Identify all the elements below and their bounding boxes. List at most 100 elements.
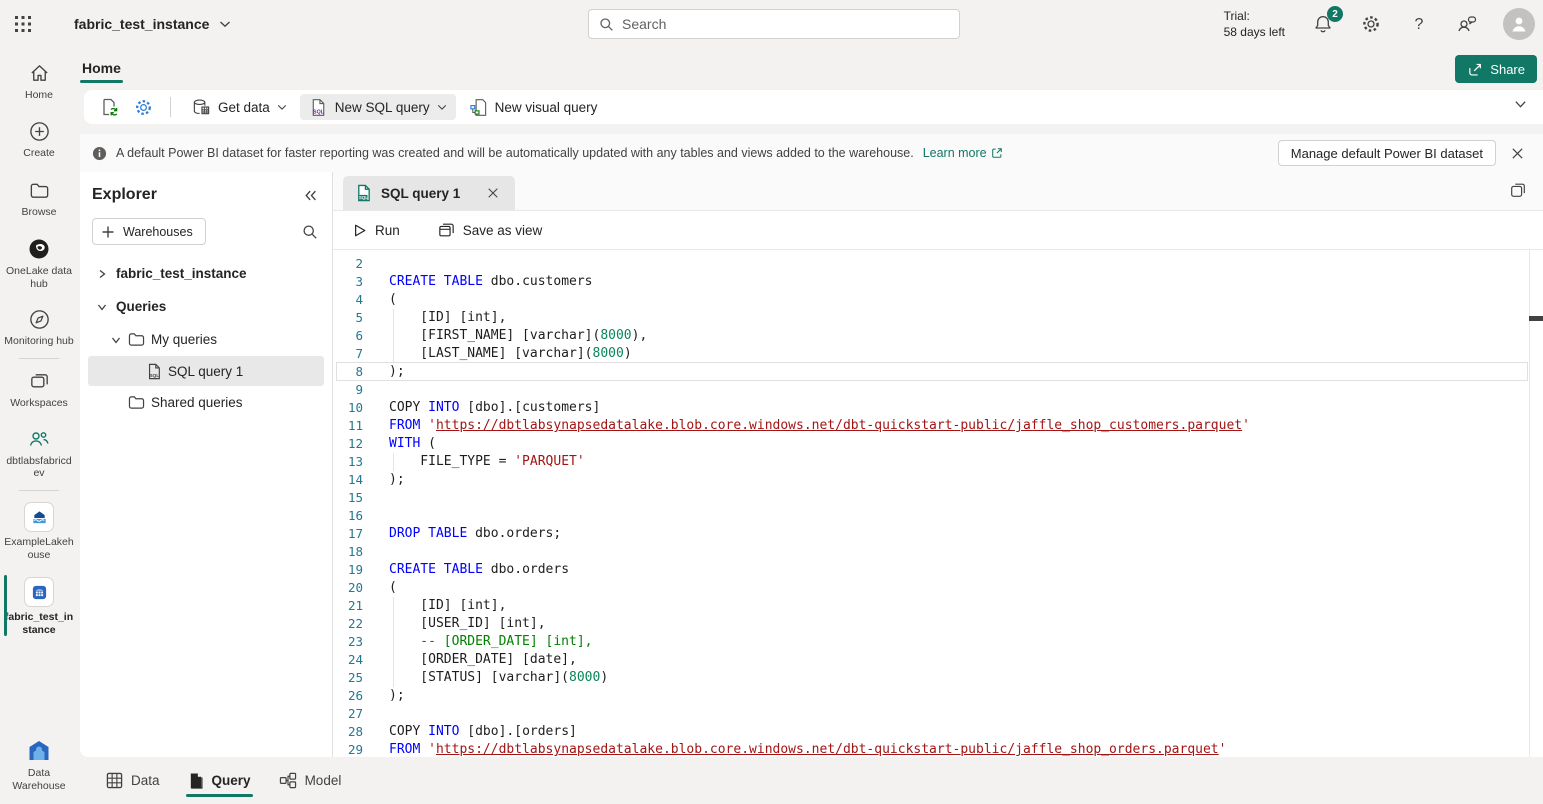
- help-button[interactable]: ?: [1407, 12, 1431, 36]
- editor-tab-sql-query-1[interactable]: SQL SQL query 1: [343, 176, 515, 210]
- search-input[interactable]: [622, 16, 949, 32]
- copy-icon: [1509, 181, 1527, 199]
- run-button[interactable]: Run: [347, 219, 406, 242]
- tab-home[interactable]: Home: [80, 60, 123, 83]
- chevron-down-icon[interactable]: [108, 335, 124, 345]
- learn-more-link[interactable]: Learn more: [923, 146, 1003, 160]
- tab-close-button[interactable]: [483, 183, 503, 203]
- tree-item-warehouse[interactable]: fabric_test_instance: [80, 257, 332, 290]
- code-line[interactable]: 20(: [333, 579, 1543, 597]
- user-avatar[interactable]: [1503, 8, 1535, 40]
- share-button[interactable]: Share: [1455, 55, 1537, 83]
- tree-item-my-queries[interactable]: My queries: [80, 323, 332, 356]
- plus-circle-icon: [28, 120, 51, 143]
- code-line[interactable]: 26);: [333, 687, 1543, 705]
- nav-workspace-dbtlabsfabricdev[interactable]: dbtlabsfabricdev: [0, 426, 78, 482]
- code-line[interactable]: 16: [333, 507, 1543, 525]
- nav-workspaces[interactable]: Workspaces: [0, 368, 78, 411]
- copy-button[interactable]: [1509, 181, 1527, 199]
- view-tab-model[interactable]: Model: [269, 757, 352, 804]
- code-line[interactable]: 18: [333, 543, 1543, 561]
- tree-item-shared-queries[interactable]: Shared queries: [80, 386, 332, 419]
- view-tab-query-label: Query: [212, 773, 251, 788]
- home-tab-label: Home: [80, 60, 123, 76]
- left-nav-rail: Home Create Browse OneLake data hub Moni…: [0, 48, 78, 804]
- banner-close-button[interactable]: [1505, 141, 1529, 165]
- view-tab-query[interactable]: Query: [178, 757, 261, 804]
- query-document-icon: [188, 772, 204, 790]
- close-icon: [1511, 147, 1524, 160]
- code-line[interactable]: 21 [ID] [int],: [333, 597, 1543, 615]
- nav-onelake-data-hub[interactable]: OneLake data hub: [0, 235, 78, 292]
- new-visual-query-button[interactable]: New visual query: [460, 94, 607, 120]
- compass-icon: [28, 308, 51, 331]
- code-line[interactable]: 7 [LAST_NAME] [varchar](8000): [333, 345, 1543, 363]
- app-launcher-icon[interactable]: [0, 0, 46, 48]
- nav-item-examplelakehouse[interactable]: ExampleLakehouse: [0, 500, 78, 563]
- code-line[interactable]: 10COPY INTO [dbo].[customers]: [333, 399, 1543, 417]
- code-line[interactable]: 13 FILE_TYPE = 'PARQUET': [333, 453, 1543, 471]
- warehouse-settings-button[interactable]: [128, 94, 158, 120]
- line-number: 24: [333, 651, 363, 669]
- code-line[interactable]: 3CREATE TABLE dbo.customers: [333, 273, 1543, 291]
- sql-file-icon: SQL: [146, 363, 162, 380]
- warehouse-icon: [24, 577, 54, 607]
- line-number: 14: [333, 471, 363, 489]
- data-warehouse-icon: [26, 739, 52, 763]
- chevron-down-icon[interactable]: [94, 302, 110, 312]
- folder-icon: [28, 179, 51, 202]
- line-number: 13: [333, 453, 363, 471]
- nav-home[interactable]: Home: [0, 60, 78, 103]
- sql-code-editor[interactable]: 23CREATE TABLE dbo.customers4(5 [ID] [in…: [333, 250, 1543, 757]
- add-warehouses-button[interactable]: Warehouses: [92, 218, 206, 245]
- nav-create[interactable]: Create: [0, 118, 78, 161]
- editor-scrollbar[interactable]: [1529, 250, 1543, 757]
- refresh-dataset-button[interactable]: [94, 94, 124, 120]
- code-line[interactable]: 8);: [333, 363, 1543, 381]
- code-line[interactable]: 28COPY INTO [dbo].[orders]: [333, 723, 1543, 741]
- settings-button[interactable]: [1359, 12, 1383, 36]
- save-as-view-button[interactable]: Save as view: [432, 218, 549, 242]
- nav-data-warehouse[interactable]: Data Warehouse: [0, 737, 78, 794]
- code-line[interactable]: 14);: [333, 471, 1543, 489]
- global-search[interactable]: [588, 9, 960, 39]
- explorer-search-icon[interactable]: [302, 224, 318, 240]
- manage-default-dataset-button[interactable]: Manage default Power BI dataset: [1278, 140, 1496, 166]
- tree-item-queries[interactable]: Queries: [80, 290, 332, 323]
- notifications-button[interactable]: 2: [1311, 12, 1335, 36]
- code-line[interactable]: 23 -- [ORDER_DATE] [int],: [333, 633, 1543, 651]
- collapse-panel-icon[interactable]: [304, 189, 318, 202]
- tree-item-sql-query-1[interactable]: SQL SQL query 1: [88, 356, 324, 386]
- code-line[interactable]: 15: [333, 489, 1543, 507]
- code-line[interactable]: 4(: [333, 291, 1543, 309]
- code-line[interactable]: 22 [USER_ID] [int],: [333, 615, 1543, 633]
- code-line[interactable]: 27: [333, 705, 1543, 723]
- new-sql-query-button[interactable]: SQL New SQL query: [300, 94, 456, 120]
- code-line[interactable]: 12WITH (: [333, 435, 1543, 453]
- code-line[interactable]: 2: [333, 255, 1543, 273]
- sql-file-icon: SQL: [355, 184, 372, 202]
- nav-item-fabric-test-instance[interactable]: fabric_test_instance: [0, 575, 78, 638]
- code-line[interactable]: 29FROM 'https://dbtlabsynapsedatalake.bl…: [333, 741, 1543, 757]
- indent-guide: [393, 615, 394, 633]
- code-line[interactable]: 17DROP TABLE dbo.orders;: [333, 525, 1543, 543]
- code-line[interactable]: 19CREATE TABLE dbo.orders: [333, 561, 1543, 579]
- indent-guide: [393, 309, 394, 327]
- nav-browse[interactable]: Browse: [0, 177, 78, 220]
- view-tab-data[interactable]: Data: [96, 757, 170, 804]
- code-line[interactable]: 24 [ORDER_DATE] [date],: [333, 651, 1543, 669]
- code-line[interactable]: 9: [333, 381, 1543, 399]
- ribbon-collapse-button[interactable]: [1514, 100, 1527, 109]
- get-data-button[interactable]: Get data: [183, 94, 296, 120]
- workspace-switcher[interactable]: fabric_test_instance: [74, 16, 231, 32]
- nav-monitoring-hub[interactable]: Monitoring hub: [0, 306, 78, 349]
- code-line[interactable]: 25 [STATUS] [varchar](8000): [333, 669, 1543, 687]
- code-line[interactable]: 6 [FIRST_NAME] [varchar](8000),: [333, 327, 1543, 345]
- feedback-button[interactable]: [1455, 12, 1479, 36]
- line-number: 18: [333, 543, 363, 561]
- nav-examplelakehouse-label: ExampleLakehouse: [4, 536, 74, 561]
- code-line[interactable]: 11FROM 'https://dbtlabsynapsedatalake.bl…: [333, 417, 1543, 435]
- database-icon: [192, 98, 211, 117]
- code-line[interactable]: 5 [ID] [int],: [333, 309, 1543, 327]
- chevron-right-icon[interactable]: [94, 269, 110, 279]
